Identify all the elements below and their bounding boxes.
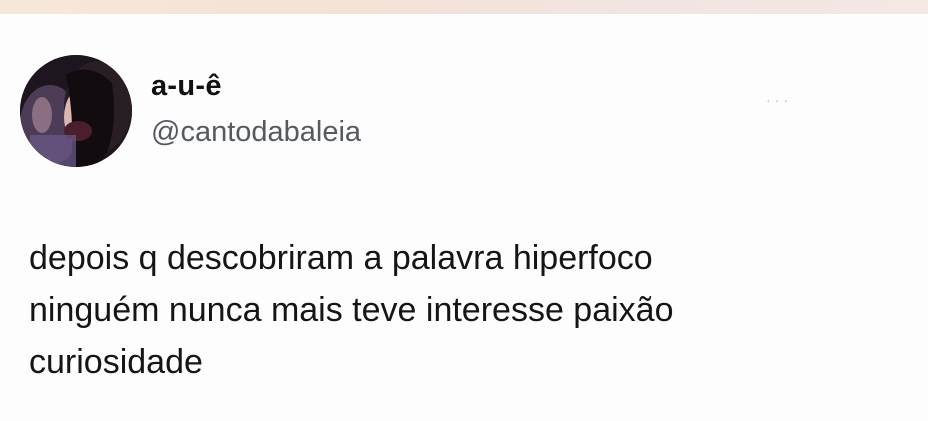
author-handle[interactable]: @cantodabaleia <box>151 116 361 149</box>
ellipsis-icon[interactable]: ··· <box>766 93 806 107</box>
top-strip <box>0 0 928 14</box>
tweet-text-line: ninguém nunca mais teve interesse paixão <box>29 291 674 329</box>
author-name[interactable]: a-u-ê <box>151 70 222 103</box>
tweet-text-line: curiosidade <box>29 343 203 381</box>
tweet-text: depois q descobriram a palavra hiperfoco… <box>29 232 889 388</box>
tweet-text-line: depois q descobriram a palavra hiperfoco <box>29 239 653 277</box>
avatar-photo <box>20 55 132 167</box>
avatar[interactable] <box>20 55 132 167</box>
